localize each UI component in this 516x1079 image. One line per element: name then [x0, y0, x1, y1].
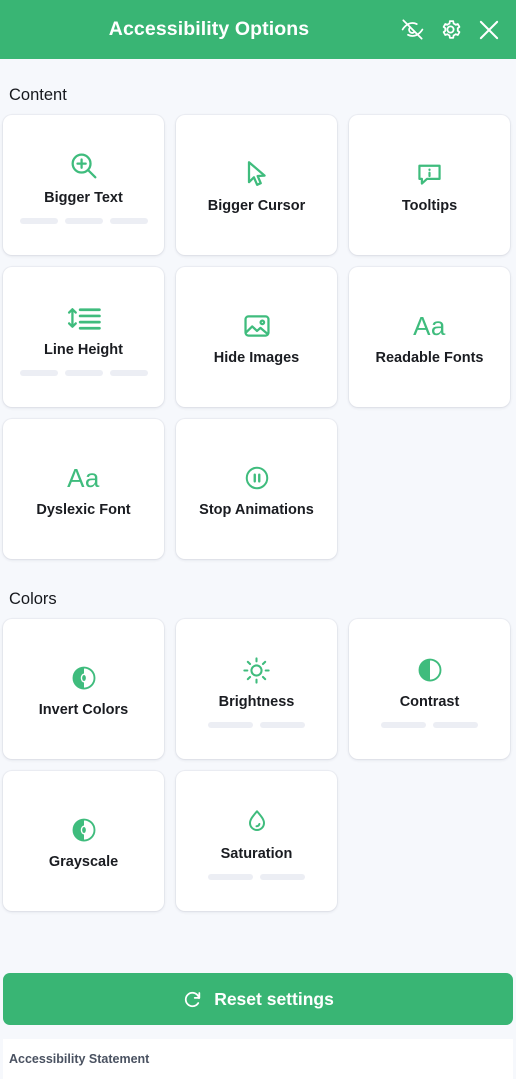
option-card-label: Saturation [220, 846, 293, 863]
header-actions [399, 16, 502, 43]
level-indicator [19, 217, 148, 224]
option-card-grayscale[interactable]: Grayscale [3, 771, 164, 911]
option-card-label: Bigger Text [44, 190, 123, 207]
contrast-circle-icon [415, 650, 445, 690]
section-title-colors: Colors [9, 590, 57, 608]
sun-icon [241, 650, 272, 690]
content-card-grid: Bigger Text Bigger Cursor Tooltips Line Hei… [3, 115, 513, 559]
invert-circle-icon [69, 810, 99, 850]
tooltip-info-icon [414, 154, 445, 194]
option-card-invert-colors[interactable]: Invert Colors [3, 619, 164, 759]
accessibility-options-panel: Accessibility Options Content Bigger Tex… [0, 0, 516, 1079]
option-card-readable-fonts[interactable]: Aa Readable Fonts [349, 267, 510, 407]
close-icon[interactable] [475, 16, 502, 43]
level-bar [109, 369, 148, 376]
section-title-content: Content [9, 86, 67, 104]
reset-settings-label: Reset settings [214, 988, 334, 1009]
font-aa-icon: Aa [67, 463, 100, 494]
level-bar [109, 217, 148, 224]
option-card-label: Dyslexic Font [36, 502, 131, 519]
level-indicator [208, 721, 305, 728]
level-bar [260, 873, 305, 880]
option-card-bigger-text[interactable]: Bigger Text [3, 115, 164, 255]
option-card-saturation[interactable]: Saturation [176, 771, 337, 911]
option-card-contrast[interactable]: Contrast [349, 619, 510, 759]
pause-circle-icon [242, 458, 272, 498]
option-card-dyslexic-font[interactable]: Aa Dyslexic Font [3, 419, 164, 559]
font-aa-icon: Aa [413, 311, 446, 342]
level-bar [208, 873, 253, 880]
level-bar [433, 721, 478, 728]
option-card-line-height[interactable]: Line Height [3, 267, 164, 407]
level-bar [19, 369, 58, 376]
option-card-hide-images[interactable]: Hide Images [176, 267, 337, 407]
invert-circle-icon [69, 658, 99, 698]
option-card-label: Stop Animations [199, 502, 314, 519]
level-bar [19, 217, 58, 224]
option-card-label: Readable Fonts [375, 350, 484, 367]
option-card-label: Line Height [44, 342, 123, 359]
gear-icon[interactable] [437, 16, 464, 43]
accessibility-statement-link[interactable]: Accessibility Statement [9, 1052, 149, 1066]
panel-footer: Reset settings Accessibility Statement [0, 951, 516, 1079]
option-card-label: Grayscale [48, 854, 119, 871]
droplet-icon [242, 802, 272, 842]
level-bar [64, 217, 103, 224]
option-card-brightness[interactable]: Brightness [176, 619, 337, 759]
option-card-label: Invert Colors [38, 702, 129, 719]
cursor-icon [241, 154, 273, 194]
image-icon [241, 306, 273, 346]
level-bar [381, 721, 426, 728]
level-bar [260, 721, 305, 728]
option-card-bigger-cursor[interactable]: Bigger Cursor [176, 115, 337, 255]
option-card-label: Contrast [399, 694, 460, 711]
level-indicator [19, 369, 148, 376]
zoom-in-icon [67, 146, 101, 186]
line-height-icon [66, 298, 102, 338]
colors-card-grid: Invert Colors Brightness Contrast Grayscale… [3, 619, 513, 911]
level-bar [64, 369, 103, 376]
statement-bar: Accessibility Statement [3, 1039, 513, 1079]
option-card-label: Tooltips [401, 198, 458, 215]
reset-settings-button[interactable]: Reset settings [3, 973, 513, 1025]
option-card-label: Bigger Cursor [207, 198, 306, 215]
option-card-label: Hide Images [213, 350, 300, 367]
option-card-stop-animations[interactable]: Stop Animations [176, 419, 337, 559]
level-bar [208, 721, 253, 728]
option-card-tooltips[interactable]: Tooltips [349, 115, 510, 255]
option-card-label: Brightness [218, 694, 295, 711]
level-indicator [381, 721, 478, 728]
hide-eye-icon[interactable] [399, 16, 426, 43]
panel-body: Content Bigger Text Bigger Cursor Tooltips… [0, 59, 516, 951]
level-indicator [208, 873, 305, 880]
refresh-icon [182, 989, 203, 1010]
panel-header: Accessibility Options [0, 0, 516, 59]
